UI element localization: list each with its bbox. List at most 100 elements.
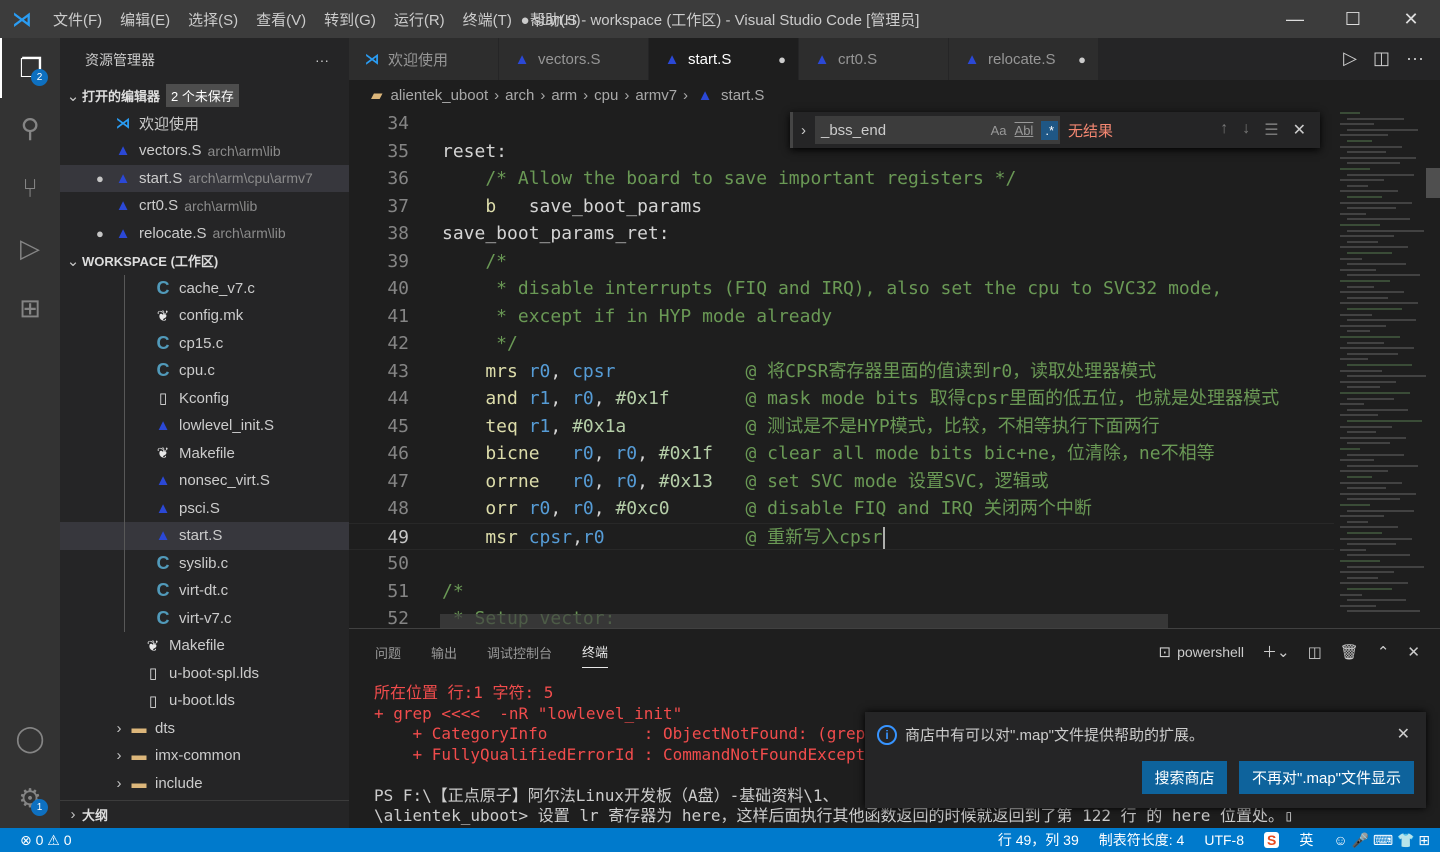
file-item[interactable]: Ccpu.c xyxy=(60,357,349,385)
menu-item[interactable]: 编辑(E) xyxy=(111,9,179,30)
trash-icon[interactable]: 🗑 xyxy=(1340,643,1359,661)
panel-tab-调试控制台[interactable]: 调试控制台 xyxy=(487,643,552,662)
menu-item[interactable]: 查看(V) xyxy=(247,9,315,30)
settings-gear-icon[interactable]: ⚙ 1 xyxy=(0,768,60,828)
file-item[interactable]: Cvirt-dt.c xyxy=(60,577,349,605)
dont-show-again-button[interactable]: 不再对".map"文件显示 xyxy=(1239,761,1414,794)
code-line[interactable]: 39 /* xyxy=(349,248,1334,276)
folder-item[interactable]: › ▬ imx-common xyxy=(60,742,349,770)
menu-item[interactable]: 终端(T) xyxy=(454,9,521,30)
breadcrumb-item[interactable]: arch xyxy=(505,87,534,104)
file-item[interactable]: ❦ Makefile xyxy=(60,439,349,467)
code-editor[interactable]: 34 35 reset: 36 /* Allow the board to save … xyxy=(349,110,1334,628)
close-window-button[interactable]: ✕ xyxy=(1382,0,1440,38)
toggle-replace-icon[interactable]: › xyxy=(801,122,806,139)
run-debug-icon[interactable]: ▷ xyxy=(0,218,60,278)
split-editor-icon[interactable]: ◫ xyxy=(1373,48,1390,69)
file-item[interactable]: ▲ start.S xyxy=(60,522,349,550)
regex-toggle[interactable]: .* xyxy=(1041,120,1058,140)
file-item[interactable]: ▲ lowlevel_init.S xyxy=(60,412,349,440)
find-input[interactable]: _bss_end Aa Abl .* xyxy=(815,116,1060,144)
breadcrumb-item[interactable]: cpu xyxy=(594,87,618,104)
code-line[interactable]: 49 msr cpsr,r0 @ 重新写入cpsr xyxy=(349,522,1334,550)
code-line[interactable]: 51 /* xyxy=(349,578,1334,606)
extensions-icon[interactable]: ⊞ xyxy=(0,278,60,338)
explorer-icon[interactable]: ❐ 2 xyxy=(0,38,60,98)
panel-tab-终端[interactable]: 终端 xyxy=(582,636,609,668)
code-line[interactable]: 46 bicne r0, r0, #0x1f @ clear all mode … xyxy=(349,440,1334,468)
outline-header[interactable]: › 大纲 xyxy=(60,800,349,828)
vertical-scrollbar[interactable] xyxy=(1426,110,1440,628)
menu-item[interactable]: 运行(R) xyxy=(385,9,454,30)
code-line[interactable]: 41 * except if in HYP mode already xyxy=(349,303,1334,331)
file-item[interactable]: ❦ Makefile xyxy=(60,632,349,660)
close-find-icon[interactable]: ✕ xyxy=(1293,120,1306,140)
next-match-icon[interactable]: ↓ xyxy=(1242,120,1250,140)
maximize-button[interactable]: ☐ xyxy=(1324,0,1382,38)
unsaved-dot-icon[interactable]: ● xyxy=(1078,52,1086,67)
code-line[interactable]: 47 orrne r0, r0, #0x13 @ set SVC mode 设置… xyxy=(349,468,1334,496)
unsaved-dot-icon[interactable]: ● xyxy=(778,52,786,67)
cursor-position[interactable]: 行 49，列 39 xyxy=(998,830,1079,850)
open-editor-item[interactable]: ▲ crt0.S arch\arm\lib xyxy=(60,192,349,220)
search-store-button[interactable]: 搜索商店 xyxy=(1142,761,1227,794)
horizontal-scrollbar[interactable] xyxy=(440,614,1168,628)
new-terminal-icon[interactable]: ＋⌄ xyxy=(1262,641,1290,662)
previous-match-icon[interactable]: ↑ xyxy=(1220,120,1228,140)
code-line[interactable]: 37 b save_boot_params xyxy=(349,193,1334,221)
ime-tools-icon[interactable]: ☺ 🎤 ⌨ 👕 ⊞ xyxy=(1333,832,1430,849)
tab-relocate.S[interactable]: ▲ relocate.S ● xyxy=(949,38,1099,80)
tab-crt0.S[interactable]: ▲ crt0.S xyxy=(799,38,949,80)
split-terminal-icon[interactable]: ◫ xyxy=(1308,643,1322,661)
file-item[interactable]: ▯ Kconfig xyxy=(60,384,349,412)
panel-tab-输出[interactable]: 输出 xyxy=(431,643,457,662)
encoding[interactable]: UTF-8 xyxy=(1204,832,1244,848)
minimize-button[interactable]: — xyxy=(1266,0,1324,38)
find-in-selection-icon[interactable]: ☰ xyxy=(1264,120,1278,140)
file-item[interactable]: ▲ psci.S xyxy=(60,494,349,522)
menu-item[interactable]: 选择(S) xyxy=(179,9,247,30)
search-icon[interactable]: ⚲ xyxy=(0,98,60,158)
match-case-toggle[interactable]: Aa xyxy=(991,123,1007,138)
source-control-icon[interactable]: ⑂ xyxy=(0,158,60,218)
account-icon[interactable]: ◯ xyxy=(0,708,60,768)
tab-vectors.S[interactable]: ▲ vectors.S xyxy=(499,38,649,80)
more-actions-button[interactable]: ··· xyxy=(315,52,329,68)
open-editor-item[interactable]: ● ▲ start.S arch\arm\cpu\armv7 xyxy=(60,164,349,192)
file-item[interactable]: ❦ config.mk xyxy=(60,302,349,330)
open-editor-item[interactable]: ⋊ 欢迎使用 xyxy=(60,110,349,138)
shell-selector[interactable]: powershell xyxy=(1177,644,1244,660)
whole-word-toggle[interactable]: Abl xyxy=(1015,123,1034,138)
maximize-panel-icon[interactable]: ⌃ xyxy=(1377,643,1390,661)
close-panel-icon[interactable]: ✕ xyxy=(1407,643,1420,661)
tab-size[interactable]: 制表符长度: 4 xyxy=(1099,830,1185,850)
unsaved-dot-icon[interactable]: ● xyxy=(96,226,104,241)
menu-item[interactable]: 帮助(H) xyxy=(521,9,590,30)
open-editors-header[interactable]: ⌄ 打开的编辑器 2 个未保存 xyxy=(60,82,349,110)
minimap[interactable] xyxy=(1334,110,1426,628)
code-line[interactable]: 36 /* Allow the board to save important … xyxy=(349,165,1334,193)
file-item[interactable]: ▯ u-boot-spl.lds xyxy=(60,660,349,688)
close-notification-icon[interactable]: ✕ xyxy=(1397,724,1410,744)
scrollbar-thumb[interactable] xyxy=(1426,168,1440,198)
tab-欢迎使用[interactable]: ⋊ 欢迎使用 xyxy=(349,38,499,80)
menu-item[interactable]: 转到(G) xyxy=(315,9,385,30)
code-line[interactable]: 44 and r1, r0, #0x1f @ mask mode bits 取得… xyxy=(349,385,1334,413)
code-line[interactable]: 38 save_boot_params_ret: xyxy=(349,220,1334,248)
folder-item[interactable]: › ▬ include xyxy=(60,770,349,798)
breadcrumb-item[interactable]: start.S xyxy=(721,87,764,104)
breadcrumb-item[interactable]: arm xyxy=(551,87,577,104)
unsaved-dot-icon[interactable]: ● xyxy=(96,171,104,186)
tab-start.S[interactable]: ▲ start.S ● xyxy=(649,38,799,80)
file-item[interactable]: Ccache_v7.c xyxy=(60,274,349,302)
code-line[interactable]: 45 teq r1, #0x1a @ 测试是不是HYP模式，比较，不相等执行下面… xyxy=(349,413,1334,441)
file-item[interactable]: Csyslib.c xyxy=(60,549,349,577)
ime-language[interactable]: 英 xyxy=(1299,830,1313,850)
code-line[interactable]: 50 xyxy=(349,550,1334,578)
file-item[interactable]: Ccp15.c xyxy=(60,329,349,357)
code-line[interactable]: 48 orr r0, r0, #0xc0 @ disable FIQ and I… xyxy=(349,495,1334,523)
menu-item[interactable]: 文件(F) xyxy=(44,9,111,30)
problems-status[interactable]: ⊗ 0 ⚠ 0 xyxy=(20,832,72,849)
folder-item[interactable]: › ▬ dts xyxy=(60,715,349,743)
file-item[interactable]: ▯ u-boot.lds xyxy=(60,687,349,715)
